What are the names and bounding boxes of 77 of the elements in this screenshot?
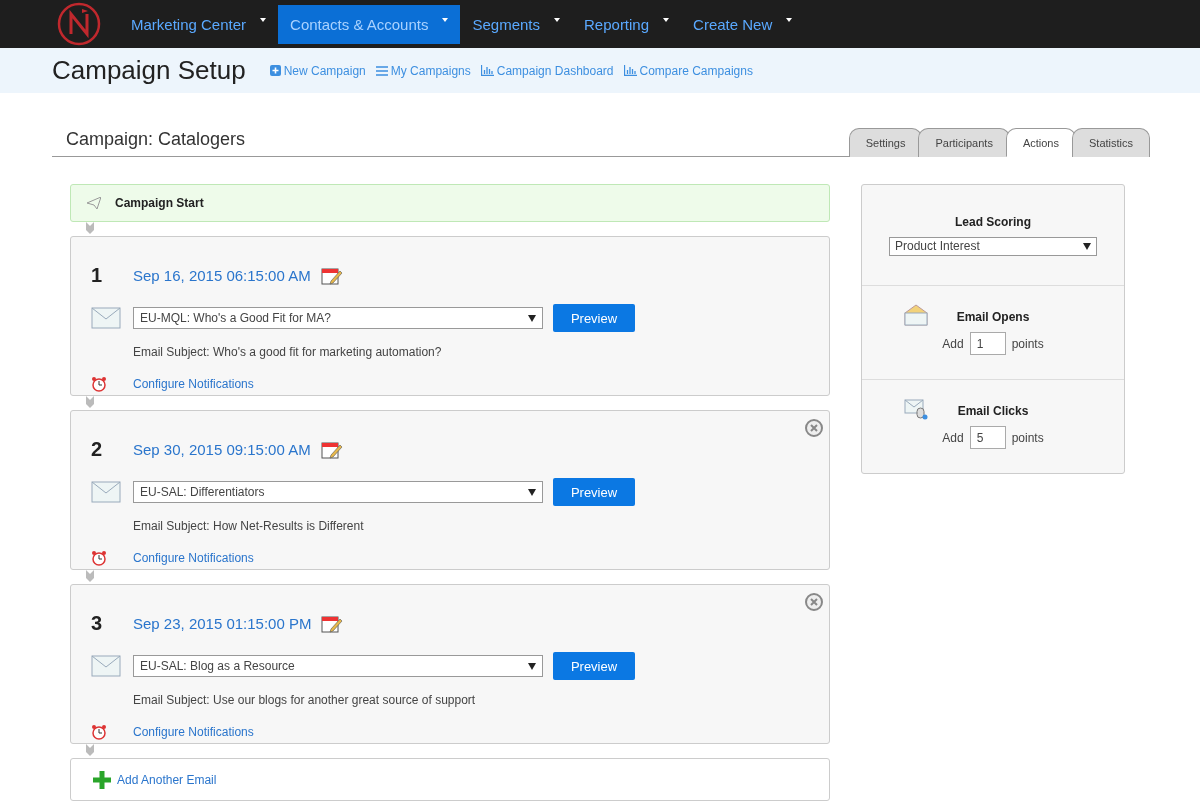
dropdown-caret-icon: [663, 17, 670, 22]
calendar-edit-icon: [321, 614, 344, 633]
remove-icon[interactable]: [805, 419, 823, 437]
email-select[interactable]: EU-SAL: Blog as a Resource: [133, 655, 543, 678]
email-subject: Email Subject: Who's a good fit for marketing automation?: [133, 344, 443, 359]
dropdown-caret-icon: [260, 17, 267, 22]
step-date-link[interactable]: Sep 16, 2015 06:15:00 AM: [133, 267, 311, 285]
add-another-email-link[interactable]: Add Another Email: [70, 758, 830, 801]
email-subject: Email Subject: How Net-Results is Different: [133, 518, 365, 533]
nav-menu-item[interactable]: Segments: [460, 4, 572, 44]
calendar-edit-icon: [320, 266, 343, 285]
rule-title: Email Opens: [956, 310, 1030, 324]
tab[interactable]: Actions: [1005, 128, 1076, 157]
dropdown-caret-icon: [528, 662, 536, 670]
lead-scoring-select[interactable]: Product Interest: [889, 236, 1097, 256]
email-select[interactable]: EU-MQL: Who's a Good Fit for MA?: [133, 307, 543, 330]
dropdown-caret-icon: [442, 17, 449, 22]
nav-menu-item[interactable]: Contacts & Accounts: [278, 4, 461, 44]
envelope-icon: [91, 481, 121, 504]
nav-menu-item[interactable]: Create New: [681, 4, 805, 44]
dropdown-caret-icon: [1083, 242, 1091, 250]
points-input[interactable]: 5: [969, 426, 1006, 449]
add-label: Add: [942, 430, 964, 445]
page-title: Campaign Setup: [52, 55, 246, 86]
header-link[interactable]: New Campaign: [269, 63, 366, 78]
configure-notifications-link[interactable]: Configure Notifications: [133, 550, 829, 565]
step-date-link[interactable]: Sep 30, 2015 09:15:00 AM: [133, 441, 311, 459]
preview-button[interactable]: Preview: [553, 478, 635, 507]
header-link[interactable]: Compare Campaigns: [623, 63, 753, 78]
paper-plane-icon: [87, 197, 101, 209]
email-select[interactable]: EU-SAL: Differentiators: [133, 481, 543, 504]
step-number: 1: [91, 264, 104, 288]
envelope-mouse-icon: [904, 398, 928, 420]
preview-button[interactable]: Preview: [553, 304, 635, 333]
configure-notifications-link[interactable]: Configure Notifications: [133, 376, 829, 391]
connector-arrow-icon: [85, 396, 95, 410]
remove-icon[interactable]: [805, 593, 823, 611]
plus-icon: [93, 770, 111, 789]
connector-arrow-icon: [85, 570, 95, 584]
envelope-icon: [91, 655, 121, 678]
dropdown-caret-icon: [786, 17, 793, 22]
connector-arrow-icon: [85, 222, 95, 236]
points-label: points: [1011, 336, 1044, 351]
email-subject: Email Subject: Use our blogs for another great source of support: [133, 692, 477, 707]
campaign-start-label: Campaign Start: [115, 196, 204, 210]
header-link[interactable]: My Campaigns: [375, 63, 471, 78]
nav-menu-item[interactable]: Marketing Center: [119, 4, 279, 44]
step-date-link[interactable]: Sep 23, 2015 01:15:00 PM: [133, 615, 312, 633]
connector-arrow-icon: [85, 744, 95, 758]
bar-chart-icon: [480, 65, 494, 76]
rule-title: Email Clicks: [957, 404, 1029, 418]
tab[interactable]: Statistics: [1072, 128, 1150, 157]
points-label: points: [1011, 430, 1044, 445]
open-envelope-icon: [904, 304, 928, 326]
dropdown-caret-icon: [554, 17, 560, 22]
step-number: 2: [91, 438, 104, 462]
header-link[interactable]: Campaign Dashboard: [480, 63, 614, 78]
calendar-edit-icon: [320, 440, 343, 459]
add-label: Add: [942, 336, 964, 351]
nav-menu-item[interactable]: Reporting: [572, 4, 682, 44]
bar-chart-icon: [623, 65, 637, 76]
step-number: 3: [91, 612, 104, 636]
preview-button[interactable]: Preview: [553, 652, 635, 681]
list-icon: [375, 65, 388, 76]
logo-icon[interactable]: [56, 1, 102, 47]
alarm-clock-icon: [91, 723, 107, 740]
configure-notifications-link[interactable]: Configure Notifications: [133, 724, 829, 739]
dropdown-caret-icon: [528, 314, 536, 322]
alarm-clock-icon: [91, 549, 107, 566]
plus-square-icon: [269, 65, 281, 76]
points-input[interactable]: 1: [969, 332, 1006, 355]
envelope-icon: [91, 307, 121, 330]
lead-scoring-title: Lead Scoring: [955, 214, 1031, 229]
dropdown-caret-icon: [528, 488, 536, 496]
alarm-clock-icon: [91, 375, 107, 392]
campaign-title: Campaign: Catalogers: [66, 129, 246, 151]
tab[interactable]: Participants: [918, 128, 1010, 157]
